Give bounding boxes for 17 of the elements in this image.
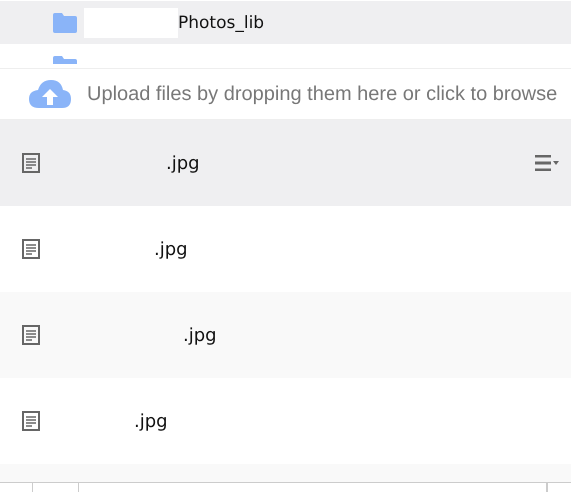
document-icon xyxy=(22,239,40,259)
upload-hint: Upload files by dropping them here or click to browse xyxy=(87,82,558,106)
document-icon xyxy=(22,153,40,173)
file-name: .jpg xyxy=(165,152,201,174)
document-icon xyxy=(22,325,40,345)
upload-dropzone[interactable]: Upload files by dropping them here or click to browse xyxy=(0,68,571,120)
document-icon xyxy=(22,411,40,431)
file-row[interactable]: .jpg xyxy=(0,292,571,378)
file-name: .jpg xyxy=(182,324,218,346)
file-name: .jpg xyxy=(133,410,169,432)
cloud-upload-icon xyxy=(29,80,71,108)
file-row[interactable]: .jpg xyxy=(0,120,571,206)
file-name: .jpg xyxy=(153,238,189,260)
folder-row[interactable]: Photos_lib xyxy=(0,1,571,44)
menu-icon[interactable] xyxy=(535,155,559,171)
folder-name: Photos_lib xyxy=(178,12,264,32)
folder-icon xyxy=(53,12,77,32)
